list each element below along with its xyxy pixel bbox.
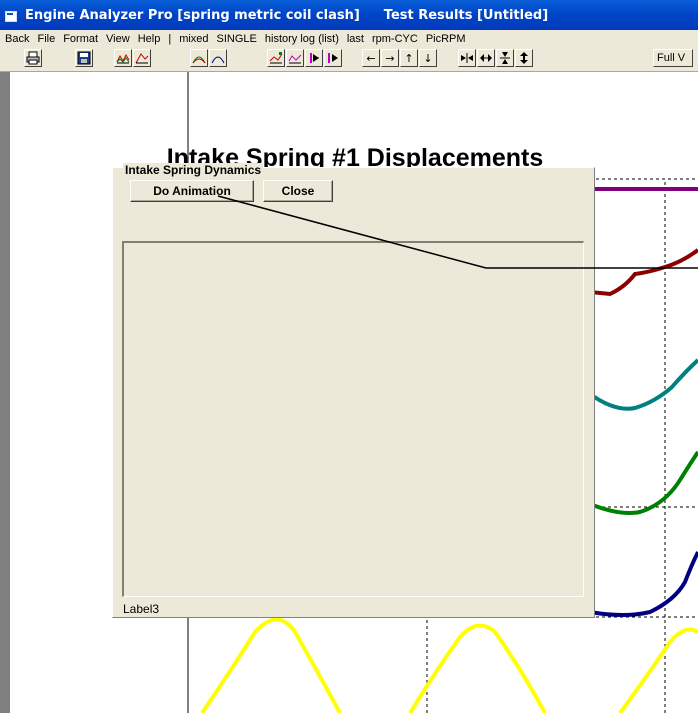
graph-3-icon[interactable]: [190, 49, 208, 67]
menu-file[interactable]: File: [37, 33, 55, 45]
expand-vertical-icon[interactable]: [515, 49, 533, 67]
graph-4-icon[interactable]: [209, 49, 227, 67]
arrow-up-icon[interactable]: ↑: [400, 49, 418, 67]
dialog-title: Intake Spring Dynamics: [123, 163, 264, 177]
series-yellow: [200, 617, 698, 713]
arrow-down-icon[interactable]: ↓: [419, 49, 437, 67]
series-green: [589, 450, 698, 515]
graph-6-icon[interactable]: [286, 49, 304, 67]
menu-last[interactable]: last: [347, 33, 364, 45]
full-view-button[interactable]: Full V: [653, 49, 693, 67]
menu-bar: Back File Format View Help | mixed SINGL…: [0, 30, 698, 47]
arrow-left-icon[interactable]: ←: [362, 49, 380, 67]
document-title: Test Results [Untitled]: [383, 7, 549, 23]
intake-spring-dynamics-dialog: Intake Spring Dynamics Do Animation Clos…: [112, 163, 595, 618]
menu-view[interactable]: View: [106, 33, 130, 45]
do-animation-button[interactable]: Do Animation: [130, 180, 254, 202]
step-right-icon[interactable]: [324, 49, 342, 67]
graph-1-icon[interactable]: [114, 49, 132, 67]
graph-5-icon[interactable]: [267, 49, 285, 67]
menu-separator: |: [168, 32, 172, 45]
app-title: Engine Analyzer Pro [spring metric coil …: [25, 7, 360, 23]
menu-mixed[interactable]: mixed: [179, 33, 208, 45]
menu-single[interactable]: SINGLE: [217, 33, 257, 45]
save-icon[interactable]: [75, 49, 93, 67]
toolbar: ← → ↑ ↓ Full V: [0, 47, 698, 72]
menu-back[interactable]: Back: [5, 33, 29, 45]
menu-history-log[interactable]: history log (list): [265, 33, 339, 45]
series-dark-red: [589, 248, 698, 297]
arrow-right-icon[interactable]: →: [381, 49, 399, 67]
status-label: Label3: [123, 602, 160, 616]
animation-area: [122, 241, 584, 597]
series-navy: [589, 551, 698, 617]
menu-picrpm[interactable]: PicRPM: [426, 33, 466, 45]
menu-help[interactable]: Help: [138, 33, 161, 45]
menu-format[interactable]: Format: [63, 33, 98, 45]
series-teal: [588, 358, 698, 411]
printer-icon[interactable]: [24, 49, 42, 67]
app-icon: [5, 9, 19, 22]
menu-rpm-cyc[interactable]: rpm-CYC: [372, 33, 418, 45]
title-bar: Engine Analyzer Pro [spring metric coil …: [0, 0, 698, 30]
compress-vertical-icon[interactable]: [496, 49, 514, 67]
graph-2-icon[interactable]: [133, 49, 151, 67]
compress-horizontal-icon[interactable]: [458, 49, 476, 67]
expand-horizontal-icon[interactable]: [477, 49, 495, 67]
step-left-icon[interactable]: [305, 49, 323, 67]
close-button[interactable]: Close: [263, 180, 333, 202]
